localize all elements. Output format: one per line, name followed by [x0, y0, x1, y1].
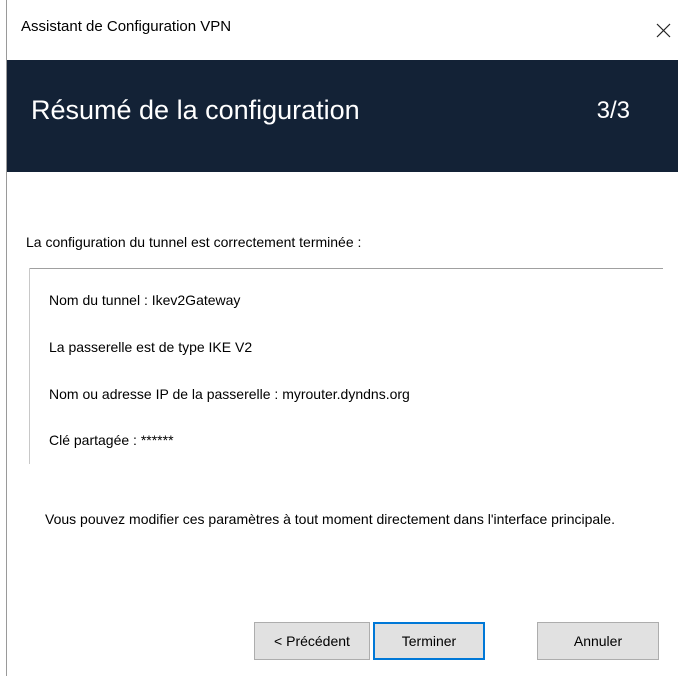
- summary-panel-border-left: [29, 268, 30, 464]
- window-title: Assistant de Configuration VPN: [21, 18, 232, 35]
- summary-gateway-type: La passerelle est de type IKE V2: [49, 339, 253, 355]
- previous-button[interactable]: < Précédent: [254, 622, 370, 660]
- page-title: Résumé de la configuration: [31, 95, 360, 125]
- summary-shared-key: Clé partagée : ******: [49, 432, 174, 448]
- close-button[interactable]: [648, 18, 678, 42]
- summary-panel-border-top: [29, 268, 663, 269]
- finish-button[interactable]: Terminer: [373, 622, 485, 660]
- footer-note: Vous pouvez modifier ces paramètres à to…: [45, 511, 615, 527]
- summary-gateway-address: Nom ou adresse IP de la passerelle : myr…: [49, 386, 410, 402]
- summary-panel: Nom du tunnel : Ikev2Gateway La passerel…: [29, 268, 663, 464]
- wizard-window: Assistant de Configuration VPN Résumé de…: [6, 0, 678, 676]
- cancel-button[interactable]: Annuler: [537, 622, 659, 660]
- title-bar: Assistant de Configuration VPN: [7, 0, 678, 40]
- header-banner: Résumé de la configuration 3/3: [7, 60, 678, 172]
- step-indicator: 3/3: [596, 97, 630, 124]
- intro-text: La configuration du tunnel est correctem…: [26, 234, 362, 250]
- summary-tunnel-name: Nom du tunnel : Ikev2Gateway: [49, 292, 241, 308]
- close-icon: [656, 23, 671, 38]
